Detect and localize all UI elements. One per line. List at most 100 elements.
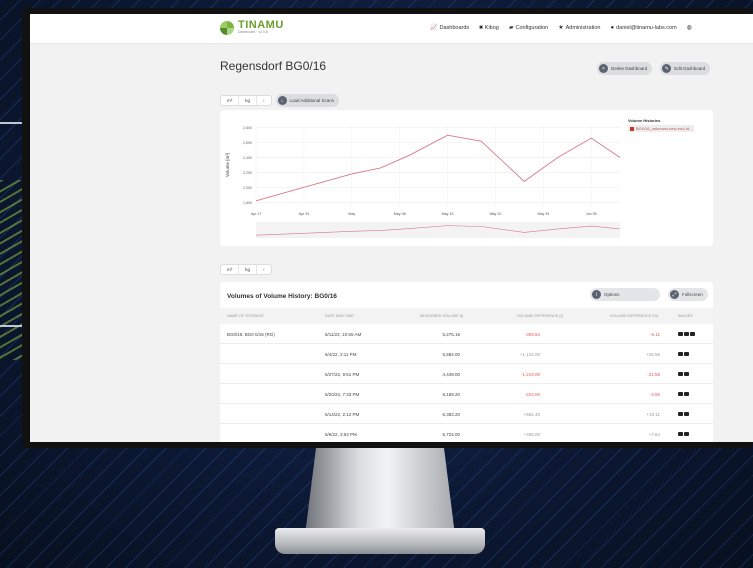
- nav-label: Administration: [565, 24, 601, 31]
- delete-dashboard-button[interactable]: × Delete Dashboard: [597, 62, 653, 75]
- download-icon: ↓: [277, 96, 287, 105]
- image-icon[interactable]: [678, 352, 683, 356]
- cell-date: 5/6/22, 3:53 PM: [325, 432, 357, 437]
- image-icon[interactable]: [678, 332, 683, 336]
- column-header[interactable]: IMAGES: [678, 314, 693, 318]
- logo-text: TINAMU: [238, 19, 284, 31]
- cell-diff-pct: -21.58: [647, 372, 660, 377]
- nav-language[interactable]: ◍: [687, 24, 692, 31]
- main-nav: 📈 Dashboards ■ Kibog ▰ Configuration ★ Admin…: [430, 24, 692, 32]
- x-tick-label: May 08: [394, 212, 406, 216]
- nav-user[interactable]: ● daniel@tinamu-labs.com: [610, 24, 676, 31]
- image-icon[interactable]: [684, 332, 689, 336]
- unit-switcher: m³ kg ›: [220, 95, 272, 106]
- column-header[interactable]: VOLUME DIFFERENCE (%): [610, 314, 658, 318]
- image-icon[interactable]: [684, 392, 689, 396]
- options-button[interactable]: i Options: [590, 288, 660, 301]
- cell-volume: 4,449.00: [442, 372, 460, 377]
- cell-diff-pct: -3.55: [649, 392, 660, 397]
- legend-entry-label: BG0/16_unknown-new-end-id...: [636, 126, 693, 131]
- cell-date: 5/14/22, 2:12 PM: [325, 412, 360, 417]
- star-icon: ★: [558, 25, 564, 31]
- cell-volume: 6,383.20: [442, 412, 460, 417]
- image-icon[interactable]: [678, 432, 683, 436]
- x-tick-label: May 22: [490, 212, 502, 216]
- image-icon[interactable]: [690, 332, 695, 336]
- y-tick-label: 1,800: [243, 201, 252, 205]
- table-row[interactable]: 5/6/22, 3:53 PM 5,724.00 +405.00 +7.64: [220, 424, 713, 442]
- image-icon[interactable]: [678, 412, 683, 416]
- cell-volume: 5,275.16: [442, 332, 460, 337]
- fullscreen-label: Fullscreen: [682, 292, 703, 297]
- column-header[interactable]: DATE AND TIME: [325, 314, 354, 318]
- expand-icon: ⤢: [670, 290, 679, 299]
- column-header[interactable]: NAME OF STORAGE: [227, 314, 264, 318]
- load-scans-button[interactable]: ↓ Load Additional Scans: [275, 94, 340, 107]
- column-header[interactable]: MEASURED VOLUME (t): [420, 314, 463, 318]
- image-icon[interactable]: [678, 372, 683, 376]
- x-tick-label: May: [348, 212, 355, 216]
- globe-icon: ◍: [686, 25, 692, 31]
- images-cell: [678, 412, 689, 416]
- unit-kg[interactable]: kg: [239, 96, 258, 105]
- options-label: Options: [604, 292, 620, 297]
- image-icon[interactable]: [684, 352, 689, 356]
- nav-dashboards[interactable]: 📈 Dashboards: [430, 24, 470, 32]
- monitor-stand: [305, 440, 455, 535]
- table-row[interactable]: 5/20/22, 7:33 PM 6,159.20 -224.00 -3.55: [220, 384, 713, 404]
- image-icon[interactable]: [684, 412, 689, 416]
- images-cell: [678, 352, 689, 356]
- images-cell: [678, 332, 695, 336]
- unit-more[interactable]: ›: [257, 265, 271, 274]
- monitor-stand-base: [275, 528, 485, 554]
- app-screen: TINAMU Dashboard · v2.0.8 📈 Dashboards ■ K…: [30, 14, 753, 442]
- cell-diff: +405.00: [523, 432, 540, 437]
- table-row[interactable]: 5/14/22, 2:12 PM 6,383.20 +582.40 +10.11: [220, 404, 713, 424]
- unit-m3[interactable]: m³: [221, 96, 240, 105]
- unit-m3[interactable]: m³: [221, 265, 240, 274]
- cell-diff-pct: -6.11: [650, 332, 660, 337]
- unit-more[interactable]: ›: [257, 96, 271, 105]
- image-icon[interactable]: [678, 392, 683, 396]
- edit-icon: ✎: [662, 64, 672, 73]
- table-header: NAME OF STORAGE DATE AND TIME MEASURED V…: [220, 308, 713, 324]
- nav-administration[interactable]: ★ Administration: [558, 24, 601, 32]
- column-header[interactable]: VOLUME DIFFERENCE (t): [517, 314, 563, 318]
- table-row[interactable]: 6/4/22, 2:11 PM 5,584.00 +1,134.00 +25.58: [220, 344, 713, 364]
- image-icon[interactable]: [684, 432, 689, 436]
- table-row[interactable]: BG0/16: BG0 0/16 (RG) 6/11/22, 10:55 AM 5,…: [220, 324, 713, 344]
- cell-name: BG0/16: BG0 0/16 (RG): [227, 332, 275, 337]
- images-cell: [678, 372, 689, 376]
- nav-label: Dashboards: [439, 24, 470, 31]
- table-row[interactable]: 5/27/22, 9:51 PM 4,449.00 -1,219.00 -21.58: [220, 364, 713, 384]
- cell-date: 5/20/22, 7:33 PM: [325, 392, 360, 397]
- header-actions: × Delete Dashboard ✎ Edit Dashboard: [597, 62, 711, 75]
- legend-entry[interactable]: BG0/16_unknown-new-end-id...: [628, 125, 695, 132]
- page-title: Regensdorf BG0/16: [220, 59, 327, 73]
- x-tick-label: May 15: [442, 212, 454, 216]
- delete-dashboard-label: Delete Dashboard: [611, 66, 648, 71]
- x-tick-label: Jun 05: [586, 212, 597, 216]
- fullscreen-button[interactable]: ⤢ Fullscreen: [668, 288, 708, 301]
- folder-icon: ▰: [508, 25, 514, 31]
- x-tick-label: May 29: [537, 212, 549, 216]
- cell-diff: -308.84: [524, 332, 540, 337]
- cell-diff: +582.40: [523, 412, 540, 417]
- nav-kibog[interactable]: ■ Kibog: [479, 24, 499, 31]
- y-axis-label: Volume [m³]: [225, 153, 230, 177]
- y-tick-label: 2,400: [243, 156, 252, 160]
- images-cell: [678, 392, 689, 396]
- chart-legend: Volume Histories BG0/16_unknown-new-end-…: [628, 118, 695, 132]
- load-scans-label: Load Additional Scans: [289, 98, 335, 103]
- cell-date: 5/27/22, 9:51 PM: [325, 372, 360, 377]
- logo[interactable]: TINAMU Dashboard · v2.0.8: [220, 20, 284, 35]
- nav-label: daniel@tinamu-labs.com: [616, 24, 677, 31]
- images-cell: [678, 432, 689, 436]
- edit-dashboard-button[interactable]: ✎ Edit Dashboard: [660, 62, 711, 75]
- navigator-strip: [256, 222, 620, 238]
- unit-kg[interactable]: kg: [239, 265, 258, 274]
- cell-diff-pct: +25.58: [646, 352, 660, 357]
- nav-configuration[interactable]: ▰ Configuration: [508, 24, 548, 32]
- image-icon[interactable]: [684, 372, 689, 376]
- user-icon: ●: [610, 24, 615, 31]
